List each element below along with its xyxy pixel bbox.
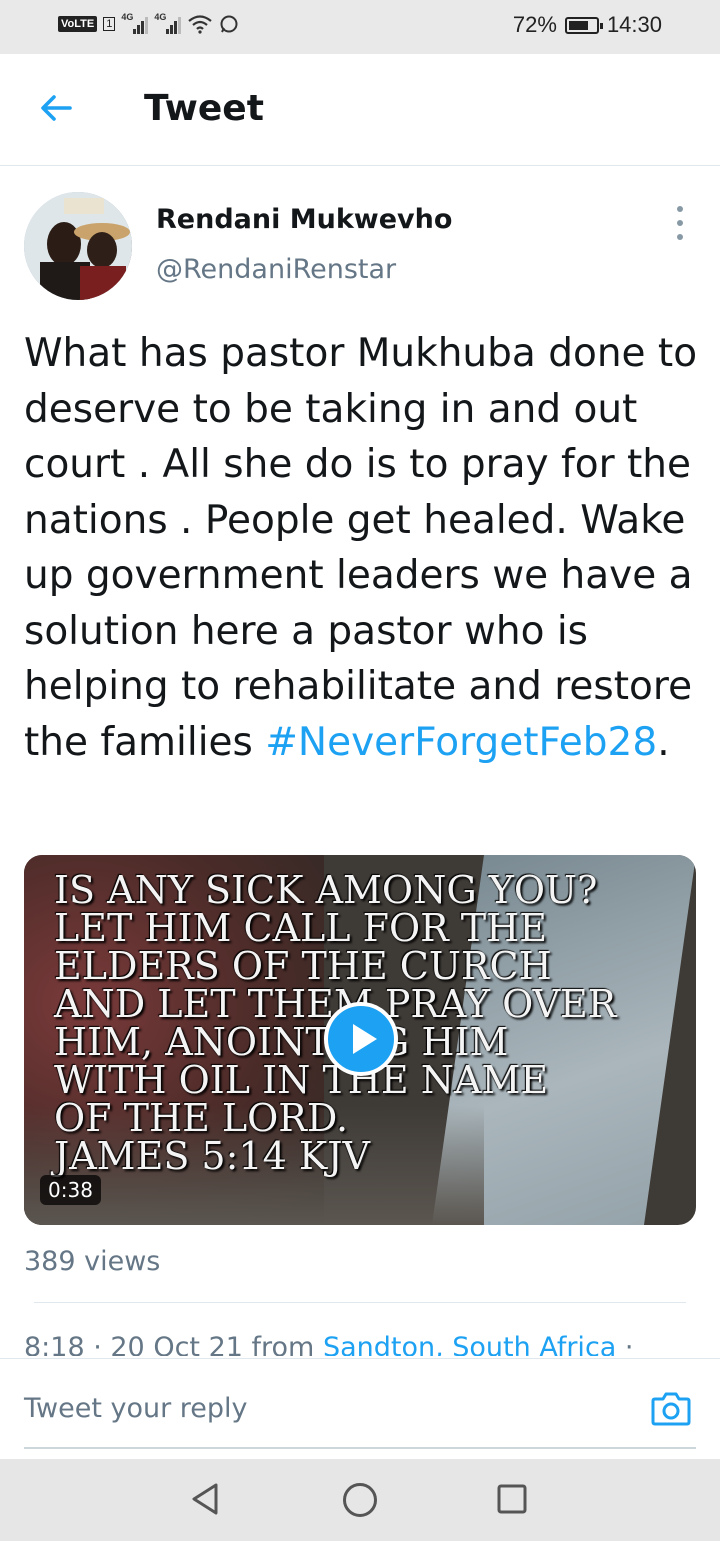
author-handle[interactable]: @RendaniRenstar xyxy=(156,254,396,285)
volte-badge: VoLTE xyxy=(58,16,98,32)
nav-recent-apps-icon[interactable] xyxy=(496,1483,528,1515)
reply-underline xyxy=(24,1447,696,1449)
video-overlay-line: OF THE LORD. xyxy=(54,1096,349,1140)
video-overlay-line: JAMES 5:14 KJV xyxy=(54,1134,370,1178)
avatar-image xyxy=(24,192,132,300)
hashtag-link[interactable]: #NeverForgetFeb28 xyxy=(265,720,657,765)
tweet-text: What has pastor Mukhuba done to deserve … xyxy=(24,326,704,770)
video-overlay-line: IS ANY SICK AMONG YOU? xyxy=(54,868,598,912)
app-header: Tweet xyxy=(0,54,720,166)
tweet-body-end: . xyxy=(657,719,670,765)
view-count: 389 views xyxy=(24,1246,161,1277)
page-title: Tweet xyxy=(144,88,264,129)
battery-icon xyxy=(564,16,603,34)
divider xyxy=(34,1302,686,1303)
camera-icon[interactable] xyxy=(650,1387,692,1429)
network-label: 4G xyxy=(121,12,134,22)
more-options-icon[interactable] xyxy=(670,206,690,240)
nav-back-icon[interactable] xyxy=(188,1481,224,1517)
video-duration: 0:38 xyxy=(40,1175,101,1205)
wifi-icon xyxy=(188,15,213,34)
signal-icon: 4G xyxy=(154,12,182,34)
tweet-body: What has pastor Mukhuba done to deserve … xyxy=(24,331,698,765)
tweet-meta: 8:18 · 20 Oct 21 from Sandton, South Afr… xyxy=(24,1330,720,1356)
video-player[interactable]: IS ANY SICK AMONG YOU? LET HIM CALL FOR … xyxy=(24,855,696,1225)
reply-bar: Tweet your reply xyxy=(0,1358,720,1458)
play-button-icon[interactable] xyxy=(324,1002,398,1076)
video-overlay-line: ELDERS OF THE CURCH xyxy=(54,944,552,988)
meta-separator: · xyxy=(616,1332,634,1356)
clock: 14:30 xyxy=(606,12,662,37)
system-nav-bar xyxy=(0,1459,720,1541)
tweet-timestamp: 8:18 · 20 Oct 21 from xyxy=(24,1332,323,1356)
battery-percent: 72% xyxy=(512,12,557,37)
back-arrow-icon[interactable] xyxy=(36,88,76,128)
signal-icon: 4G xyxy=(121,12,149,34)
status-icons-right: 72% 14:30 xyxy=(513,12,662,38)
reply-input[interactable]: Tweet your reply xyxy=(24,1393,248,1424)
video-overlay-line: LET HIM CALL FOR THE xyxy=(54,906,548,950)
status-icons-left: VoLTE 1 4G 4G xyxy=(58,12,239,34)
avatar[interactable] xyxy=(24,192,132,300)
network-label: 4G xyxy=(154,12,167,22)
whatsapp-icon xyxy=(220,15,238,33)
author-name[interactable]: Rendani Mukwevho xyxy=(156,204,452,235)
location-link[interactable]: Sandton, South Africa xyxy=(323,1332,616,1356)
nav-home-icon[interactable] xyxy=(341,1481,379,1519)
sim-number: 1 xyxy=(103,17,116,31)
status-bar: VoLTE 1 4G 4G 72% 14:30 xyxy=(0,0,720,54)
